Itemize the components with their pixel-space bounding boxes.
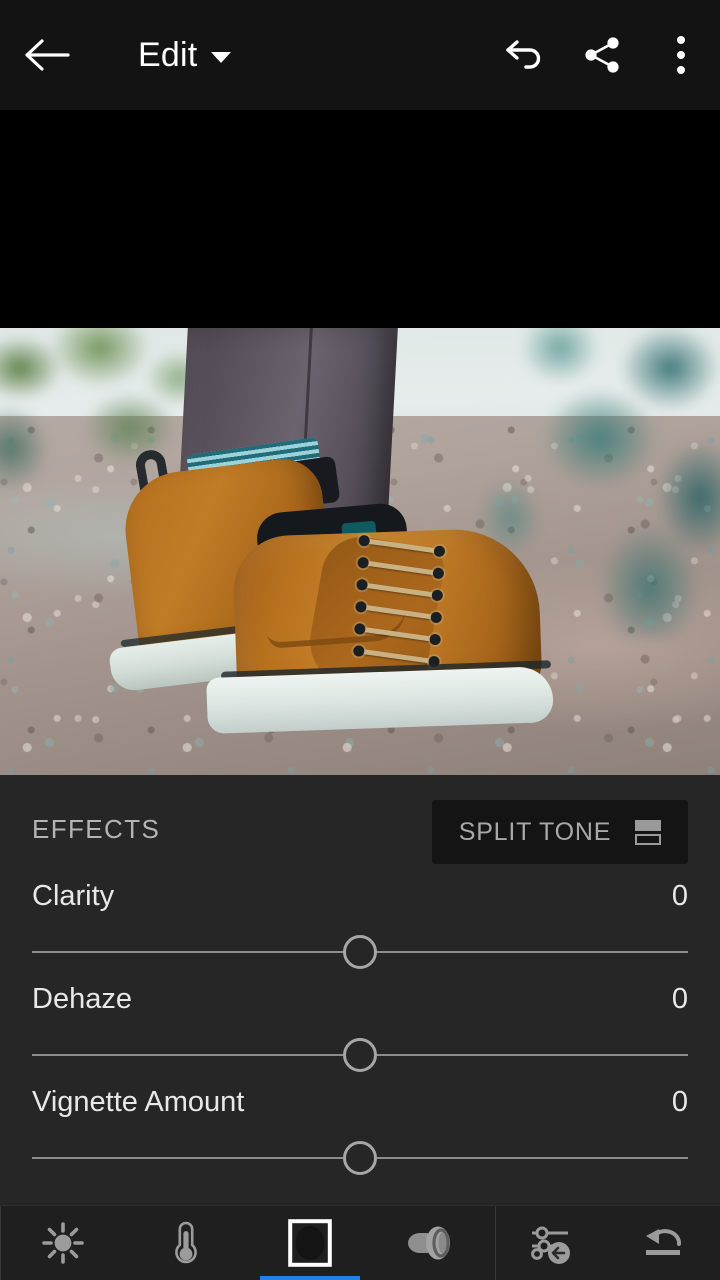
reset-button[interactable]	[614, 1206, 714, 1280]
split-tone-button[interactable]: SPLIT TONE	[432, 800, 688, 864]
more-options-button[interactable]	[642, 16, 720, 94]
slider-label: Dehaze	[32, 983, 132, 1015]
panel-header: EFFECTS SPLIT TONE	[0, 800, 720, 864]
slider-label: Vignette Amount	[32, 1086, 245, 1118]
slider-vignette-amount: Vignette Amount 0	[0, 1086, 720, 1186]
slider-control[interactable]	[32, 1141, 688, 1175]
toolbar-utilities	[496, 1206, 720, 1280]
photo-shoe-front	[206, 501, 555, 764]
split-tone-icon	[635, 819, 662, 845]
top-bar-actions	[486, 0, 720, 110]
split-tone-label: SPLIT TONE	[458, 817, 612, 846]
slider-thumb[interactable]	[343, 935, 377, 969]
slider-dehaze: Dehaze 0	[0, 983, 720, 1083]
thermometer-icon	[175, 1221, 198, 1264]
slider-control[interactable]	[32, 1038, 688, 1072]
photo-stage	[0, 110, 720, 775]
active-tab-indicator	[259, 1275, 360, 1280]
lens-icon	[408, 1226, 451, 1260]
tab-color[interactable]	[136, 1206, 236, 1280]
slider-thumb[interactable]	[343, 1038, 377, 1072]
more-vertical-icon	[677, 36, 685, 74]
back-arrow-icon	[25, 39, 70, 71]
edit-panel: EFFECTS SPLIT TONE Clarity 0 Dehaze 0 Vi…	[0, 775, 720, 1205]
sun-icon	[41, 1222, 84, 1264]
slider-value: 0	[671, 880, 688, 912]
reset-icon	[646, 1229, 682, 1255]
previous-edits-button[interactable]	[502, 1206, 602, 1280]
slider-control[interactable]	[32, 935, 688, 969]
tab-light[interactable]	[13, 1206, 113, 1280]
photo-preview[interactable]	[0, 328, 720, 775]
slider-clarity: Clarity 0	[0, 880, 720, 980]
screen-title-dropdown[interactable]: Edit	[138, 30, 232, 80]
panel-title: EFFECTS	[32, 814, 161, 844]
share-button[interactable]	[564, 16, 642, 94]
lightroom-edit-screen: Edit EFFECTS SPLIT TONE Clarity 0 Dehaze…	[0, 0, 720, 1280]
slider-label: Clarity	[32, 880, 115, 912]
undo-button[interactable]	[486, 16, 564, 94]
tab-effects[interactable]	[259, 1206, 360, 1280]
slider-value: 0	[671, 1086, 688, 1118]
slider-thumb[interactable]	[343, 1141, 377, 1175]
undo-icon	[506, 40, 541, 69]
tab-detail[interactable]	[383, 1206, 483, 1280]
slider-value: 0	[671, 983, 688, 1015]
vignette-icon	[287, 1219, 332, 1267]
bottom-toolbar	[0, 1205, 720, 1280]
sliders-back-icon	[531, 1226, 570, 1264]
top-app-bar: Edit	[0, 0, 720, 110]
back-button[interactable]	[24, 31, 72, 79]
chevron-down-icon	[211, 51, 232, 63]
share-icon	[585, 37, 619, 73]
edit-panel-tabs	[1, 1206, 495, 1280]
page-title: Edit	[138, 36, 198, 74]
